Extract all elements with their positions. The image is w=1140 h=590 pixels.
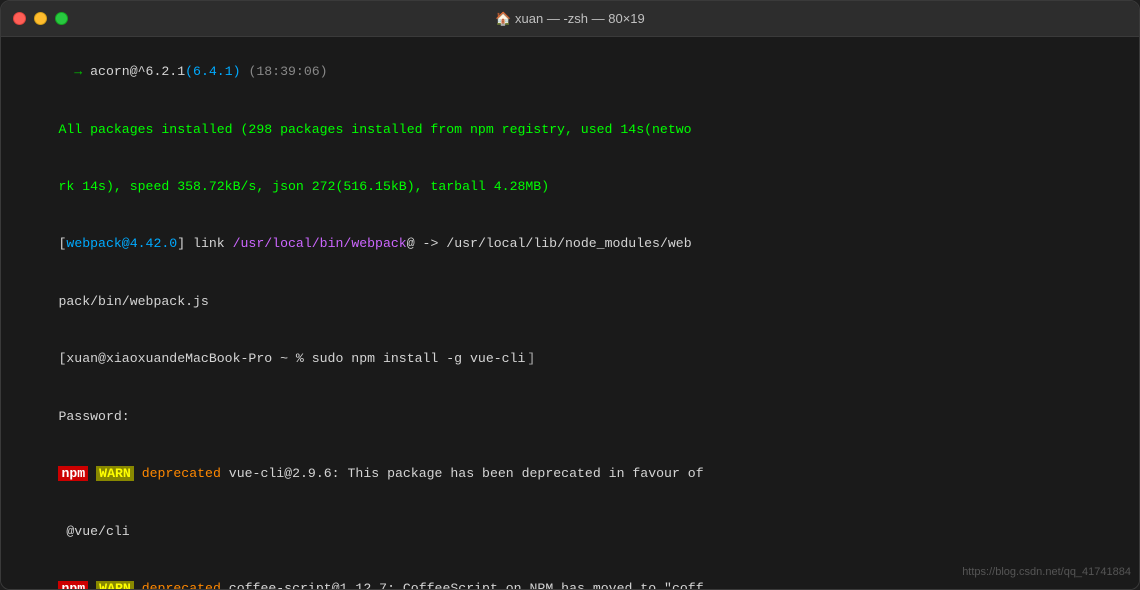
line-packages-cont: rk 14s), speed 358.72kB/s, json 272(516.… [11,158,1129,215]
watermark: https://blog.csdn.net/qq_41741884 [962,565,1131,581]
terminal-body[interactable]: → acorn@^6.2.1(6.4.1) (18:39:06) All pac… [1,37,1139,589]
line-webpack-link: [webpack@4.42.0] link /usr/local/bin/web… [11,215,1129,272]
line-command: [xuan@xiaoxuandeMacBook-Pro ~ % sudo npm… [11,330,1129,387]
line-prompt: → acorn@^6.2.1(6.4.1) (18:39:06) [11,43,1129,100]
line-warn1-cont: @vue/cli [11,502,1129,559]
titlebar: 🏠 xuan — -zsh — 80×19 [1,1,1139,37]
terminal-window: 🏠 xuan — -zsh — 80×19 → acorn@^6.2.1(6.4… [0,0,1140,590]
close-button[interactable] [13,12,26,25]
line-password: Password: [11,388,1129,445]
window-title: 🏠 xuan — -zsh — 80×19 [495,11,645,27]
minimize-button[interactable] [34,12,47,25]
line-warn1: npm WARN deprecated vue-cli@2.9.6: This … [11,445,1129,502]
line-packages: All packages installed (298 packages ins… [11,100,1129,157]
fullscreen-button[interactable] [55,12,68,25]
traffic-lights [13,12,68,25]
line-webpack-link-cont: pack/bin/webpack.js [11,273,1129,330]
